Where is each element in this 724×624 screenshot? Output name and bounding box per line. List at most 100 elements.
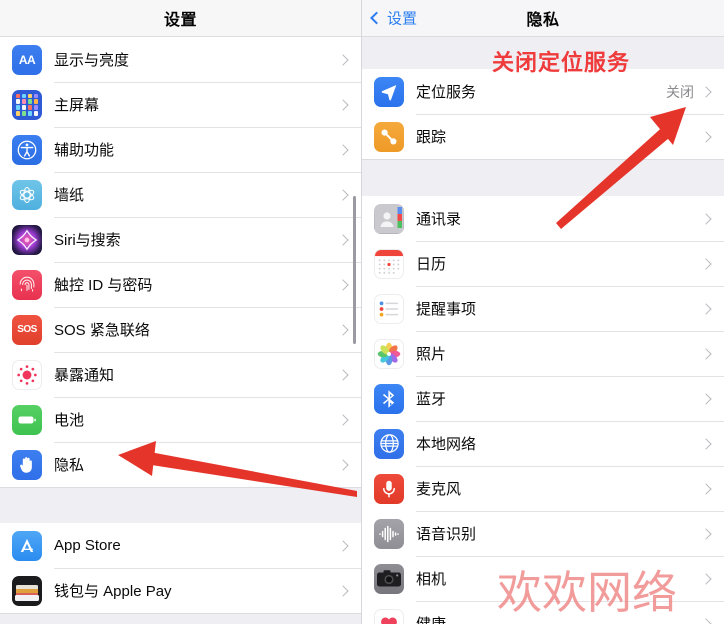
chevron-right-icon — [337, 539, 349, 552]
settings-row-label: 电池 — [54, 412, 85, 429]
privacy-row-local-network[interactable]: 本地网络 — [362, 421, 724, 466]
settings-row-display[interactable]: AA 显示与亮度 — [0, 37, 361, 82]
privacy-row-label: 照片 — [416, 346, 447, 363]
privacy-row-label: 跟踪 — [416, 129, 447, 146]
privacy-row-calendar[interactable]: 日历 — [362, 241, 724, 286]
page-title-settings: 设置 — [163, 12, 197, 29]
chevron-right-icon — [337, 368, 349, 381]
privacy-row-photos[interactable]: 照片 — [362, 331, 724, 376]
settings-scrollbar[interactable] — [353, 196, 356, 344]
settings-list-bottom-gap — [0, 614, 361, 624]
settings-row-accessibility[interactable]: 辅助功能 — [0, 127, 361, 172]
emergency-sos-icon: SOS — [12, 314, 42, 345]
privacy-group-separator — [362, 160, 724, 196]
display-brightness-icon: AA — [12, 44, 42, 75]
settings-row-app-store[interactable]: App Store — [0, 523, 361, 568]
chevron-right-icon — [337, 458, 349, 471]
chevron-left-icon — [370, 11, 383, 25]
settings-group-1: AA 显示与亮度 主屏幕 辅助功能 墙纸 Siri与搜索 触控 ID 与密码 S… — [0, 37, 361, 488]
privacy-row-tracking[interactable]: 跟踪 — [362, 114, 724, 159]
privacy-row-label: 提醒事项 — [416, 301, 477, 318]
settings-row-label: 钱包与 Apple Pay — [54, 583, 172, 600]
chevron-right-icon — [337, 143, 349, 156]
back-button-label: 设置 — [387, 10, 418, 28]
privacy-row-label: 日历 — [416, 256, 447, 273]
privacy-row-bluetooth[interactable]: 蓝牙 — [362, 376, 724, 421]
location-services-status: 关闭 — [666, 83, 694, 100]
privacy-row-camera[interactable]: 相机 — [362, 556, 724, 601]
battery-icon — [12, 404, 42, 435]
aa-glyph: AA — [18, 52, 36, 67]
chevron-right-icon — [337, 188, 349, 201]
privacy-row-label: 本地网络 — [416, 436, 477, 453]
chevron-right-icon — [337, 584, 349, 597]
bluetooth-icon — [374, 383, 404, 414]
settings-list-panel: 设置 AA 显示与亮度 主屏幕 辅助功能 墙纸 Siri与搜索 触控 ID 与密… — [0, 0, 362, 624]
settings-row-emergency-sos[interactable]: SOS SOS 紧急联络 — [0, 307, 361, 352]
settings-row-label: Siri与搜索 — [54, 232, 121, 249]
settings-row-label: 触控 ID 与密码 — [54, 277, 153, 294]
chevron-right-icon — [700, 482, 712, 495]
settings-group-separator — [0, 488, 361, 523]
left-navbar: 设置 — [0, 0, 361, 37]
home-screen-icon — [12, 89, 42, 120]
reminders-icon — [374, 293, 404, 324]
tracking-icon — [374, 121, 404, 152]
settings-row-siri[interactable]: Siri与搜索 — [0, 217, 361, 262]
privacy-row-location-services[interactable]: 定位服务 关闭 — [362, 69, 724, 114]
right-navbar: 设置 隐私 — [362, 0, 724, 37]
siri-search-icon — [12, 224, 42, 255]
privacy-row-speech-recognition[interactable]: 语音识别 — [362, 511, 724, 556]
back-button[interactable]: 设置 — [370, 8, 418, 29]
privacy-hand-icon — [12, 449, 42, 480]
privacy-row-label: 通讯录 — [416, 211, 462, 228]
chevron-right-icon — [337, 278, 349, 291]
calendar-icon — [374, 248, 404, 279]
settings-row-label: 主屏幕 — [54, 97, 100, 114]
privacy-row-label: 定位服务 — [416, 84, 477, 101]
privacy-row-label: 语音识别 — [416, 526, 477, 543]
chevron-right-icon — [700, 617, 712, 624]
privacy-row-health[interactable]: 健康 — [362, 601, 724, 624]
chevron-right-icon — [700, 392, 712, 405]
contacts-icon — [374, 203, 404, 234]
chevron-right-icon — [700, 527, 712, 540]
chevron-right-icon — [700, 437, 712, 450]
microphone-icon — [374, 473, 404, 504]
privacy-detail-panel: 设置 隐私 定位服务 关闭 跟踪 通讯录 日历 提醒事项 照片 蓝牙 本地网络 … — [362, 0, 724, 624]
app-store-icon — [12, 530, 42, 561]
chevron-right-icon — [700, 130, 712, 143]
privacy-row-contacts[interactable]: 通讯录 — [362, 196, 724, 241]
privacy-top-gap — [362, 37, 724, 69]
accessibility-icon — [12, 134, 42, 165]
health-icon — [374, 608, 404, 624]
privacy-group-2: 通讯录 日历 提醒事项 照片 蓝牙 本地网络 麦克风 语音识别 相机 — [362, 196, 724, 624]
settings-row-home-screen[interactable]: 主屏幕 — [0, 82, 361, 127]
settings-row-wallpaper[interactable]: 墙纸 — [0, 172, 361, 217]
settings-row-label: 辅助功能 — [54, 142, 115, 159]
settings-row-battery[interactable]: 电池 — [0, 397, 361, 442]
chevron-right-icon — [700, 212, 712, 225]
settings-row-wallet[interactable]: 钱包与 Apple Pay — [0, 568, 361, 613]
settings-group-2: App Store 钱包与 Apple Pay — [0, 523, 361, 614]
settings-row-touch-id[interactable]: 触控 ID 与密码 — [0, 262, 361, 307]
touch-id-icon — [12, 269, 42, 300]
privacy-row-microphone[interactable]: 麦克风 — [362, 466, 724, 511]
privacy-row-label: 健康 — [416, 613, 702, 624]
settings-row-exposure-notifications[interactable]: 暴露通知 — [0, 352, 361, 397]
chevron-right-icon — [700, 257, 712, 270]
wallpaper-icon — [12, 179, 42, 210]
chevron-right-icon — [700, 85, 712, 98]
camera-icon — [374, 563, 404, 594]
chevron-right-icon — [700, 302, 712, 315]
settings-row-label: 暴露通知 — [54, 367, 115, 384]
settings-row-label: SOS 紧急联络 — [54, 322, 150, 339]
settings-row-label: 墙纸 — [54, 187, 85, 204]
page-title-privacy: 隐私 — [526, 12, 560, 29]
exposure-notification-icon — [12, 359, 42, 390]
privacy-row-reminders[interactable]: 提醒事项 — [362, 286, 724, 331]
sos-glyph: SOS — [17, 324, 37, 335]
settings-row-privacy[interactable]: 隐私 — [0, 442, 361, 487]
chevron-right-icon — [700, 347, 712, 360]
chevron-right-icon — [700, 572, 712, 585]
